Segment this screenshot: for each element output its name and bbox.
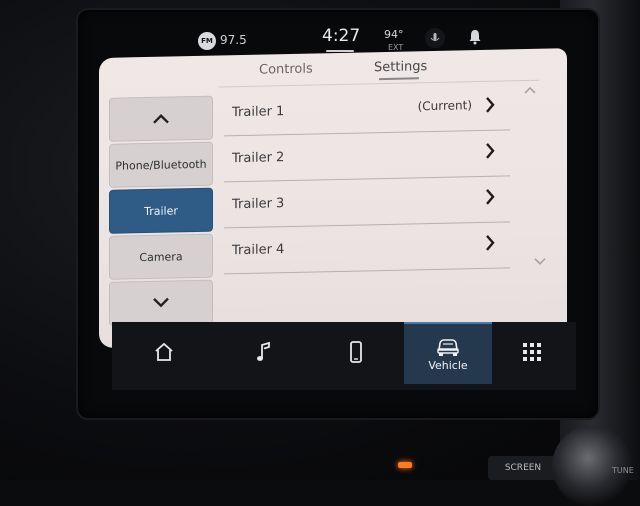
tune-label: TUNE: [612, 466, 634, 475]
chevron-right-icon: [486, 189, 495, 205]
trailer-name: Trailer 4: [232, 242, 285, 259]
chevron-right-icon: [486, 235, 495, 251]
trailer-name: Trailer 2: [232, 150, 285, 167]
sidebar-item-camera[interactable]: Camera: [109, 233, 213, 280]
sidebar-item-trailer[interactable]: Trailer: [109, 187, 213, 234]
screen-hardware-button[interactable]: SCREEN: [488, 456, 558, 480]
phone-icon: [350, 341, 362, 363]
trailer-row-4[interactable]: Trailer 4: [224, 223, 510, 275]
clock-underline: [326, 50, 354, 52]
hazard-indicator-led: [398, 462, 412, 468]
voice-command-icon[interactable]: [425, 28, 445, 48]
trailer-row-1[interactable]: Trailer 1 (Current): [224, 85, 510, 137]
nav-phone[interactable]: [312, 322, 400, 382]
vehicle-icon: [437, 338, 459, 356]
sidebar-item-label: Phone/Bluetooth: [115, 157, 207, 173]
trailer-row-2[interactable]: Trailer 2: [224, 131, 510, 183]
tab-controls[interactable]: Controls: [259, 62, 313, 78]
bell-icon[interactable]: [466, 28, 484, 50]
home-icon: [155, 342, 173, 361]
active-tab-indicator: [379, 77, 419, 81]
chevron-down-icon: [153, 297, 169, 308]
list-scroll-down-icon[interactable]: [533, 257, 547, 267]
sidebar-item-label: Camera: [139, 249, 183, 264]
trailer-name: Trailer 1: [232, 104, 285, 121]
outside-temperature: 94°: [384, 28, 404, 41]
nav-apps[interactable]: [488, 322, 576, 382]
music-note-icon: [257, 341, 270, 361]
radio-frequency[interactable]: 97.5: [220, 33, 247, 47]
chevron-right-icon: [486, 97, 495, 113]
trailer-row-3[interactable]: Trailer 3: [224, 177, 510, 229]
tab-settings[interactable]: Settings: [374, 59, 427, 75]
nav-home[interactable]: [120, 322, 208, 382]
clock: 4:27: [322, 26, 361, 46]
sidebar-item-label: Trailer: [144, 203, 178, 218]
nav-vehicle-label: Vehicle: [428, 358, 468, 372]
chevron-right-icon: [486, 143, 495, 159]
apps-grid-icon: [523, 343, 541, 361]
sidebar-scroll-down-button[interactable]: [109, 279, 213, 326]
chevron-up-icon: [153, 114, 169, 124]
trailer-current-badge: (Current): [417, 98, 472, 114]
bottom-nav-bar: Vehicle: [112, 322, 576, 390]
nav-media[interactable]: [220, 322, 308, 382]
sidebar-item-phone-bluetooth[interactable]: Phone/Bluetooth: [109, 141, 213, 188]
temperature-label: EXT: [388, 43, 404, 52]
trailer-name: Trailer 3: [232, 196, 285, 213]
settings-panel: Controls Settings Phone/Bluetooth Traile…: [99, 48, 567, 348]
list-scroll-up-icon[interactable]: [523, 85, 537, 95]
nav-vehicle[interactable]: Vehicle: [404, 322, 492, 384]
radio-band-badge[interactable]: FM: [198, 32, 216, 50]
sidebar-scroll-up-button[interactable]: [109, 95, 213, 142]
